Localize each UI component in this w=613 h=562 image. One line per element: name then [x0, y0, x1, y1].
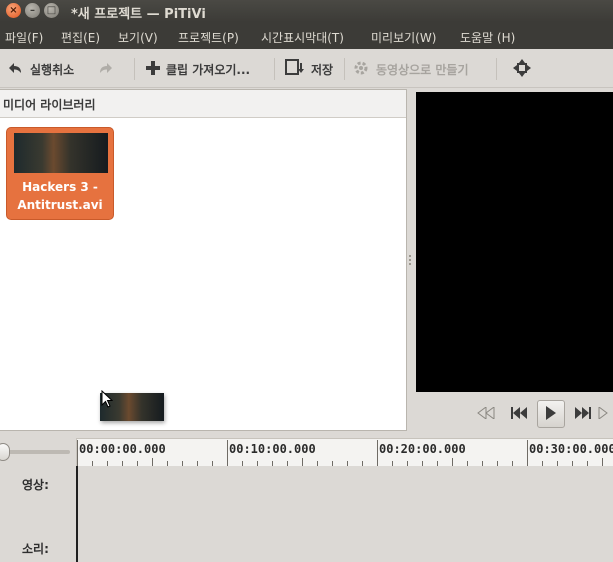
timeline-ruler[interactable]: 00:00:00.000 00:10:00.000 00:20:00.000 0…	[76, 438, 613, 466]
minimize-icon: –	[30, 5, 35, 16]
clip-item[interactable]: Hackers 3 - Antitrust.avi	[6, 127, 114, 220]
zoom-slider-handle[interactable]	[0, 443, 10, 461]
mouse-pointer-icon	[101, 389, 114, 412]
ruler-tick	[152, 458, 153, 466]
video-track-label: 영상:	[22, 478, 49, 492]
go-to-end-button[interactable]	[569, 400, 597, 428]
ruler-label: 00:00:00.000	[79, 442, 166, 456]
rewind-icon	[476, 405, 496, 422]
rewind-button[interactable]	[472, 400, 500, 428]
import-clips-button[interactable]: 클립 가져오기...	[146, 59, 250, 79]
zoom-slider-track[interactable]	[0, 450, 70, 454]
toolbar-separator	[274, 58, 275, 80]
render-label: 동영상으로 만들기	[376, 62, 469, 77]
clip-name-line: Hackers 3 -	[22, 180, 98, 194]
add-icon	[146, 60, 160, 78]
menu-project[interactable]: 프로젝트(P)	[178, 29, 239, 46]
toolbar-separator	[496, 58, 497, 80]
pane-resize-handle[interactable]	[408, 254, 412, 266]
undo-icon	[6, 61, 24, 78]
window-title: *새 프로젝트 — PiTiVi	[71, 7, 206, 22]
timeline-resize-grip[interactable]	[378, 434, 392, 449]
skip-forward-icon	[575, 406, 591, 422]
ruler-label: 00:20:00.000	[379, 442, 466, 456]
ruler-tick	[377, 440, 378, 466]
timeline-tracks[interactable]	[76, 466, 613, 562]
ruler-label: 00:10:00.000	[229, 442, 316, 456]
ruler-tick	[227, 440, 228, 466]
fast-forward-button[interactable]	[597, 400, 613, 428]
menu-file[interactable]: 파일(F)	[5, 29, 43, 46]
close-window-button[interactable]: ×	[6, 3, 21, 18]
ruler-tick	[452, 458, 453, 466]
go-to-start-button[interactable]	[505, 400, 533, 428]
ruler-tick	[302, 458, 303, 466]
media-library: 미디어 라이브러리 Hackers 3 - Antitrust.avi	[0, 89, 407, 431]
media-library-header: 미디어 라이브러리	[0, 90, 406, 118]
track-labels: 영상: 소리:	[0, 466, 74, 562]
import-clips-label: 클립 가져오기...	[166, 62, 251, 77]
save-icon	[285, 58, 305, 80]
minimize-window-button[interactable]: –	[25, 3, 40, 18]
save-label: 저장	[311, 62, 334, 77]
maximize-icon: □	[46, 5, 57, 16]
clip-thumbnail	[14, 133, 108, 173]
play-button[interactable]	[537, 400, 565, 428]
menu-viewer[interactable]: 미리보기(W)	[371, 29, 436, 46]
toolbar-separator	[344, 58, 345, 80]
toolbar: 실행취소 클립 가져오기... 저장 동영상으로 만들기	[0, 49, 613, 88]
play-icon	[545, 405, 557, 423]
menu-bar: 파일(F) 편집(E) 보기(V) 프로젝트(P) 시간표시막대(T) 미리보기…	[0, 22, 613, 49]
video-viewer	[416, 92, 613, 392]
title-bar: × – □ *새 프로젝트 — PiTiVi	[0, 0, 613, 22]
fullscreen-icon	[512, 58, 532, 81]
menu-edit[interactable]: 편집(E)	[61, 29, 100, 46]
undo-label: 실행취소	[30, 62, 75, 77]
save-button[interactable]: 저장	[285, 58, 334, 80]
gear-icon	[352, 59, 370, 80]
ruler-tick	[602, 458, 603, 466]
clip-name: Hackers 3 - Antitrust.avi	[7, 178, 113, 214]
audio-track-label: 소리:	[22, 542, 49, 556]
ruler-tick	[527, 440, 528, 466]
render-button[interactable]: 동영상으로 만들기	[352, 59, 469, 79]
ruler-label: 00:30:00.000	[529, 442, 613, 456]
ruler-tick	[77, 440, 78, 466]
redo-button[interactable]	[97, 59, 121, 79]
maximize-window-button[interactable]: □	[44, 3, 59, 18]
menu-view[interactable]: 보기(V)	[118, 29, 158, 46]
undo-button[interactable]: 실행취소	[6, 59, 74, 79]
menu-help[interactable]: 도움말 (H)	[460, 29, 515, 46]
skip-back-icon	[511, 406, 527, 422]
fast-forward-icon	[597, 405, 613, 422]
menu-timeline[interactable]: 시간표시막대(T)	[261, 29, 344, 46]
toolbar-separator	[134, 58, 135, 80]
clip-name-line: Antitrust.avi	[17, 198, 103, 212]
fullscreen-button[interactable]	[512, 58, 538, 81]
redo-icon	[97, 61, 115, 78]
close-icon: ×	[9, 5, 18, 16]
